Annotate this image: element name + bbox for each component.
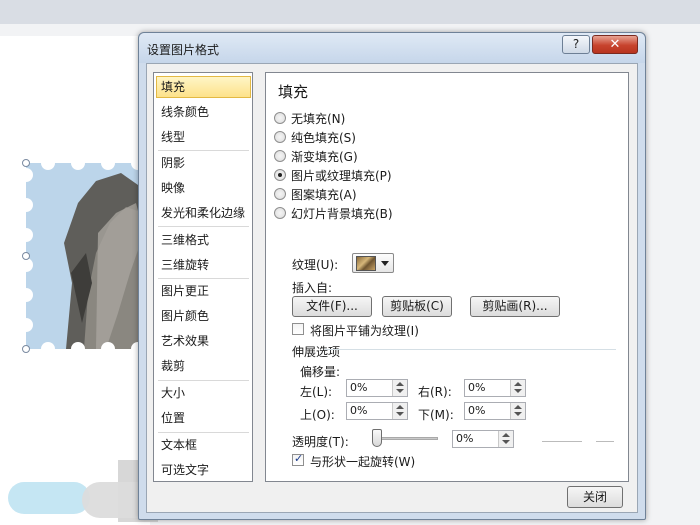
spinner-arrows[interactable] — [510, 403, 525, 419]
nav-divider — [158, 226, 249, 227]
nav-item-crop[interactable]: 裁剪 — [156, 355, 251, 377]
spin-up-icon[interactable] — [514, 382, 522, 386]
nav-item-position[interactable]: 位置 — [156, 407, 251, 429]
nav-item-line-style[interactable]: 线型 — [156, 126, 251, 148]
nav-item-3d-format[interactable]: 三维格式 — [156, 229, 251, 251]
selected-picture[interactable] — [26, 163, 150, 349]
rotate-with-shape-checkbox[interactable] — [292, 452, 304, 466]
right-offset-label: 右(R): — [418, 385, 452, 399]
radio-label: 图片或纹理填充(P) — [291, 169, 392, 183]
nav-item-line-color[interactable]: 线条颜色 — [156, 101, 251, 123]
spin-down-icon[interactable] — [396, 389, 404, 393]
bottom-offset-value: 0% — [468, 404, 486, 417]
transparency-label: 透明度(T): — [292, 435, 349, 449]
radio-label: 纯色填充(S) — [291, 131, 356, 145]
spin-down-icon[interactable] — [396, 412, 404, 416]
radio-button[interactable] — [274, 131, 286, 143]
chevron-down-icon — [381, 261, 389, 266]
radio-label: 幻灯片背景填充(B) — [291, 207, 393, 221]
help-button[interactable]: ? — [562, 35, 590, 54]
radio-button[interactable] — [274, 150, 286, 162]
offset-label: 偏移量: — [300, 365, 341, 379]
nav-item-picture-corrections[interactable]: 图片更正 — [156, 280, 251, 302]
right-offset-value: 0% — [468, 381, 486, 394]
rotate-with-shape-label: 与形状一起旋转(W) — [310, 455, 416, 469]
nav-item-size[interactable]: 大小 — [156, 382, 251, 404]
nav-item-fill[interactable]: 填充 — [156, 76, 251, 98]
texture-dropdown[interactable] — [352, 253, 394, 273]
file-button[interactable]: 文件(F)... — [292, 296, 372, 317]
group-divider — [324, 349, 616, 350]
spinner-arrows[interactable] — [510, 380, 525, 396]
radio-label: 图案填充(A) — [291, 188, 357, 202]
texture-swatch — [356, 256, 376, 271]
resize-handle-bottom-left[interactable] — [22, 345, 30, 353]
close-button[interactable]: 关闭 — [567, 486, 623, 508]
nav-item-picture-color[interactable]: 图片颜色 — [156, 305, 251, 327]
nav-item-reflection[interactable]: 映像 — [156, 177, 251, 199]
radio-button[interactable] — [274, 112, 286, 124]
fill-panel: 填充 无填充(N) 纯色填充(S) 渐变填充(G) 图片或纹理填充(P) 图案填… — [265, 72, 629, 482]
nav-item-3d-rotation[interactable]: 三维旋转 — [156, 254, 251, 276]
left-offset-spinner[interactable]: 0% — [346, 379, 408, 397]
spin-down-icon[interactable] — [514, 389, 522, 393]
format-picture-dialog: 设置图片格式 ? ✕ 填充 线条颜色 线型 阴影 映像 发光和柔化边缘 三维格式… — [138, 32, 646, 520]
faint-line — [542, 441, 582, 442]
category-list: 填充 线条颜色 线型 阴影 映像 发光和柔化边缘 三维格式 三维旋转 图片更正 … — [153, 72, 253, 482]
spinner-arrows[interactable] — [498, 431, 513, 447]
faint-line — [596, 441, 614, 442]
transparency-value: 0% — [456, 432, 474, 445]
dialog-body: 填充 线条颜色 线型 阴影 映像 发光和柔化边缘 三维格式 三维旋转 图片更正 … — [146, 63, 638, 513]
radio-button[interactable] — [274, 207, 286, 219]
spin-down-icon[interactable] — [514, 412, 522, 416]
resize-handle-left[interactable] — [22, 252, 30, 260]
radio-button[interactable] — [274, 188, 286, 200]
nav-divider — [158, 432, 249, 433]
spin-up-icon[interactable] — [502, 433, 510, 437]
ribbon-area — [0, 0, 700, 24]
texture-label: 纹理(U): — [292, 258, 339, 272]
tile-checkbox[interactable] — [292, 323, 304, 335]
top-offset-value: 0% — [350, 404, 368, 417]
nav-item-glow-soft-edges[interactable]: 发光和柔化边缘 — [156, 202, 251, 224]
spin-up-icon[interactable] — [396, 405, 404, 409]
bottom-offset-spinner[interactable]: 0% — [464, 402, 526, 420]
panel-heading: 填充 — [278, 83, 309, 101]
nav-divider — [158, 278, 249, 279]
transparency-slider-thumb[interactable] — [372, 429, 382, 447]
blurred-region — [8, 482, 90, 514]
nav-item-artistic-effects[interactable]: 艺术效果 — [156, 330, 251, 352]
left-offset-value: 0% — [350, 381, 368, 394]
left-offset-label: 左(L): — [300, 385, 333, 399]
nav-item-shadow[interactable]: 阴影 — [156, 152, 251, 174]
tile-label: 将图片平铺为纹理(I) — [310, 324, 419, 338]
close-icon[interactable]: ✕ — [592, 35, 638, 54]
nav-item-alt-text[interactable]: 可选文字 — [156, 459, 251, 481]
spin-up-icon[interactable] — [396, 382, 404, 386]
nav-divider — [158, 380, 249, 381]
transparency-spinner[interactable]: 0% — [452, 430, 514, 448]
resize-handle-top-left[interactable] — [22, 159, 30, 167]
dialog-title: 设置图片格式 — [147, 43, 220, 57]
bottom-offset-label: 下(M): — [418, 408, 454, 422]
stretch-options-label: 伸展选项 — [292, 345, 341, 359]
spin-down-icon[interactable] — [502, 440, 510, 444]
spinner-arrows[interactable] — [392, 380, 407, 396]
clipart-button[interactable]: 剪贴画(R)... — [470, 296, 560, 317]
insert-from-label: 插入自: — [292, 281, 333, 295]
radio-button-selected[interactable] — [274, 169, 286, 181]
radio-label: 渐变填充(G) — [291, 150, 358, 164]
spinner-arrows[interactable] — [392, 403, 407, 419]
nav-divider — [158, 150, 249, 151]
clipboard-button[interactable]: 剪贴板(C) — [382, 296, 452, 317]
right-offset-spinner[interactable]: 0% — [464, 379, 526, 397]
radio-label: 无填充(N) — [291, 112, 346, 126]
spin-up-icon[interactable] — [514, 405, 522, 409]
nav-item-text-box[interactable]: 文本框 — [156, 434, 251, 456]
top-offset-spinner[interactable]: 0% — [346, 402, 408, 420]
dialog-titlebar[interactable]: 设置图片格式 ? ✕ — [139, 33, 645, 63]
top-offset-label: 上(O): — [300, 408, 335, 422]
